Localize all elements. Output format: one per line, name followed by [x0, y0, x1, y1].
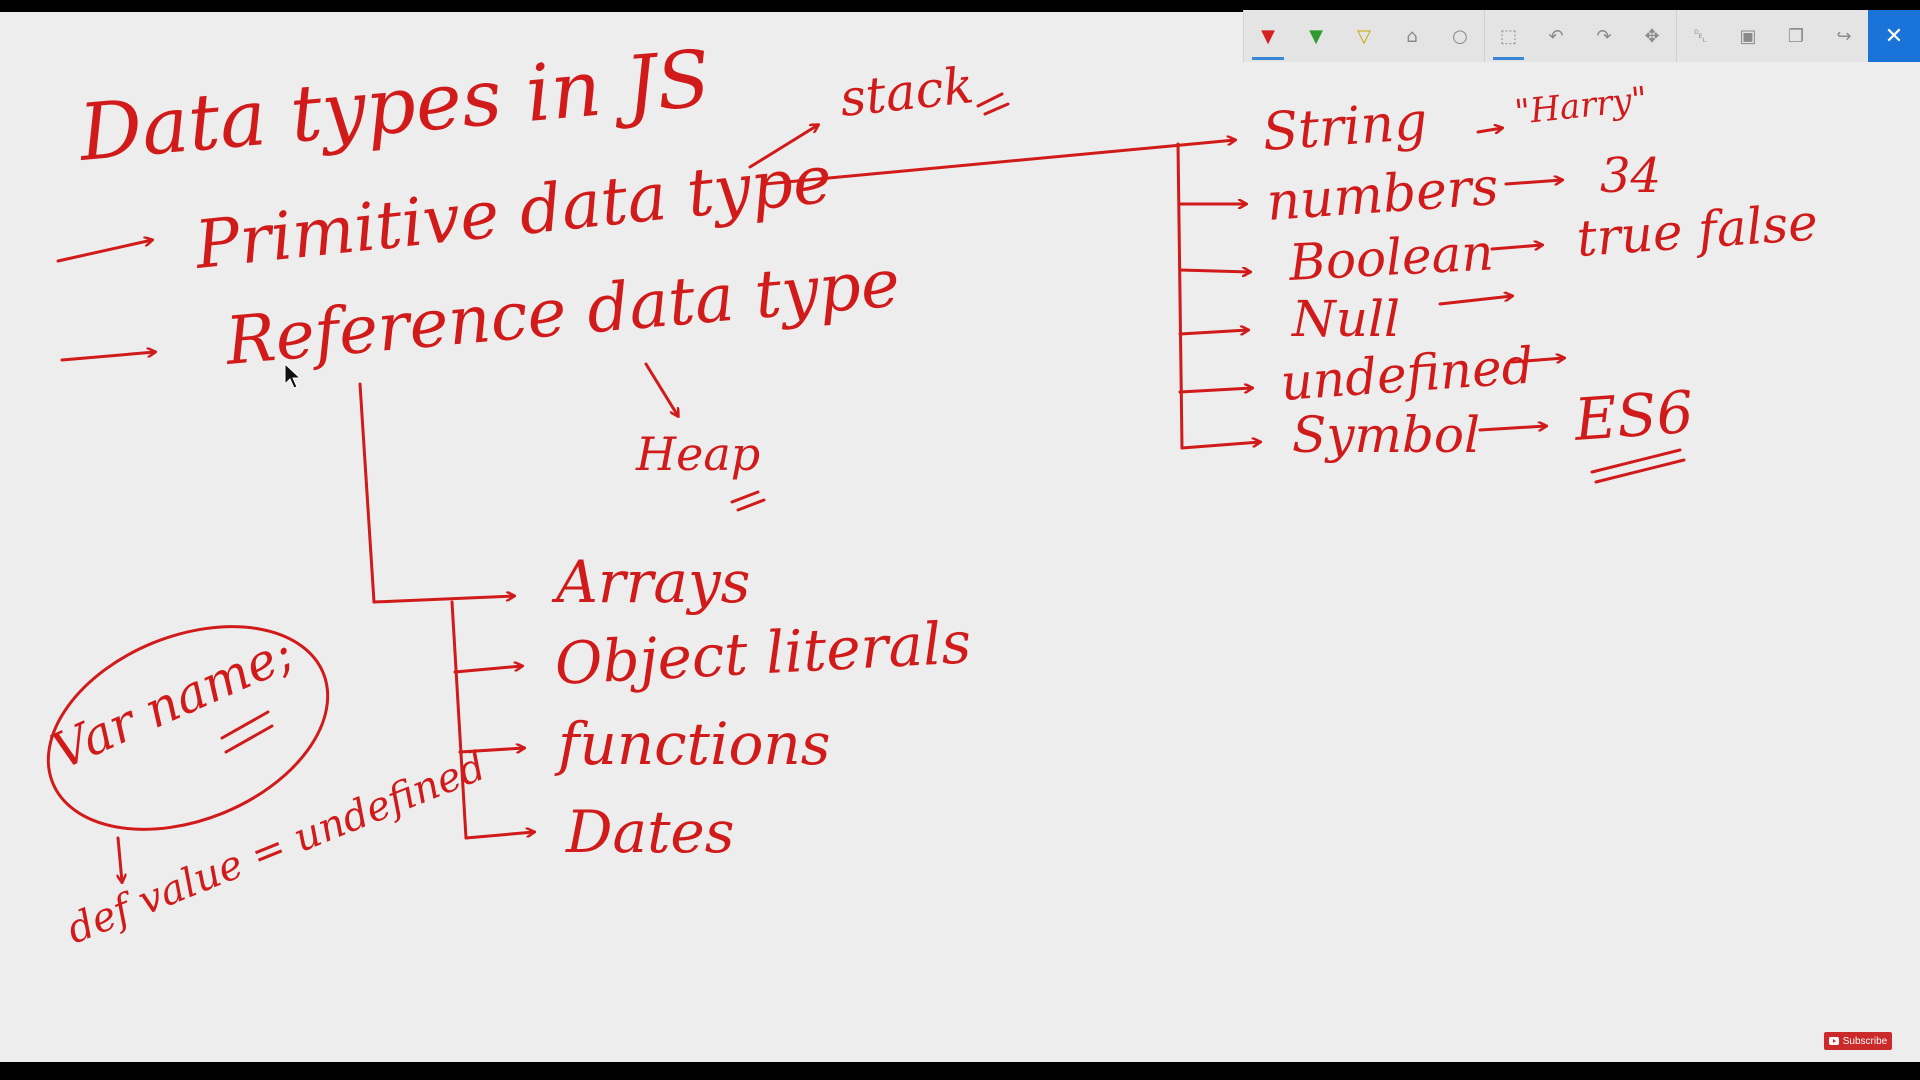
stack-label: stack: [837, 56, 976, 128]
branch-arrays: [372, 596, 514, 604]
primitive-item-string: String: [1261, 92, 1430, 163]
share-icon[interactable]: ↪: [1820, 10, 1868, 62]
primitive-item-null: Null: [1291, 290, 1400, 348]
reference-trunk: [358, 382, 376, 604]
primitive-item-symbol: Symbol: [1292, 406, 1480, 464]
ink-layer: Data types in JS Primitive data type Ref…: [43, 34, 1820, 953]
reference-item-arrays: Arrays: [551, 548, 750, 616]
primitive-value-string: "Harry": [1513, 79, 1649, 133]
ink-toolbar: ▼ ▼ ▽ ⌂ ○ ⬚ ↶ ↷ ✥ ␡ ▣ ❐ ↪ ✕: [1243, 10, 1920, 62]
pan-icon[interactable]: ✥: [1628, 10, 1676, 62]
stack-underline: [976, 92, 1010, 116]
reference-bracket: [450, 600, 468, 840]
var-decl-equals: [220, 710, 274, 754]
value-arrow-numbers: [1504, 180, 1562, 184]
pen-green-icon[interactable]: ▼: [1292, 10, 1340, 62]
primitive-item-numbers: numbers: [1265, 157, 1501, 233]
value-arrow-null: [1438, 296, 1512, 306]
bullet-arrow-reference: [60, 352, 155, 362]
lasso-select-icon[interactable]: ⬚: [1484, 10, 1532, 62]
subscribe-button[interactable]: Subscribe: [1824, 1032, 1892, 1050]
arrow-primitive-to-list: [763, 140, 1235, 186]
branch-undefined: [1178, 388, 1252, 394]
save-icon[interactable]: ▣: [1724, 10, 1772, 62]
value-arrow-string: [1476, 128, 1502, 132]
branch-object-literals: [453, 666, 522, 674]
es6-underline: [1590, 448, 1686, 484]
primitive-value-boolean: true false: [1575, 193, 1820, 268]
youtube-icon: [1828, 1037, 1839, 1045]
primitive-value-numbers: 34: [1600, 148, 1661, 204]
copy-icon[interactable]: ❐: [1772, 10, 1820, 62]
branch-boolean: [1178, 270, 1250, 272]
reference-item-functions: functions: [554, 710, 831, 778]
primitive-item-boolean: Boolean: [1287, 223, 1495, 292]
branch-symbol: [1180, 442, 1260, 450]
default-value-arrow: [118, 836, 122, 882]
primitive-bracket: [1176, 142, 1184, 450]
branch-null: [1178, 330, 1248, 336]
board-title: Data types in JS: [74, 34, 714, 179]
delete-icon[interactable]: ␡: [1676, 10, 1724, 62]
var-decl-text: Var name;: [43, 623, 301, 781]
value-arrow-boolean: [1490, 245, 1542, 249]
arrow-to-heap: [644, 362, 678, 416]
branch-dates: [464, 832, 534, 840]
pen-red-icon[interactable]: ▼: [1244, 10, 1292, 62]
undo-icon[interactable]: ↶: [1532, 10, 1580, 62]
whiteboard-canvas[interactable]: Data types in JS Primitive data type Ref…: [0, 12, 1920, 1062]
reference-item-object-literals: Object literals: [553, 608, 973, 698]
heap-underline: [730, 490, 766, 512]
default-value-text: def value = undefined: [61, 743, 493, 953]
eraser-icon[interactable]: ⌂: [1388, 10, 1436, 62]
heap-label: Heap: [635, 427, 760, 481]
reference-item-dates: Dates: [565, 798, 734, 866]
shape-icon[interactable]: ○: [1436, 10, 1484, 62]
close-icon[interactable]: ✕: [1868, 10, 1920, 62]
redo-icon[interactable]: ↷: [1580, 10, 1628, 62]
bullet-arrow-primitive: [56, 240, 152, 263]
primitive-value-symbol: ES6: [1571, 378, 1695, 454]
subscribe-label: Subscribe: [1842, 1035, 1888, 1047]
highlighter-yellow-icon[interactable]: ▽: [1340, 10, 1388, 62]
value-arrow-symbol: [1478, 426, 1546, 432]
